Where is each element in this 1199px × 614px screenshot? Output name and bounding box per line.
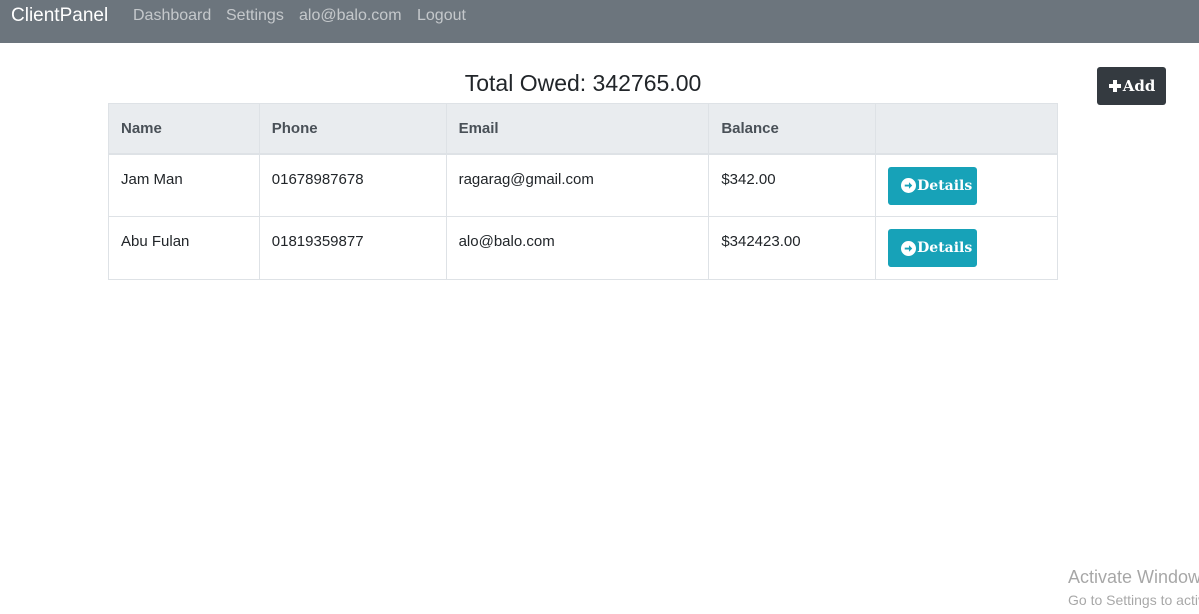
table-header-row: Name Phone Email Balance — [108, 103, 1058, 155]
arrow-circle-right-icon — [901, 240, 917, 256]
cell-name: Abu Fulan — [108, 216, 260, 280]
cell-phone: 01678987678 — [258, 153, 447, 217]
header-phone: Phone — [258, 103, 447, 155]
arrow-circle-right-icon — [901, 178, 917, 193]
header-actions — [875, 103, 1058, 155]
cell-email: alo@balo.com — [445, 216, 710, 280]
add-button-label: Add — [1122, 77, 1156, 95]
nav-link-settings[interactable]: Settings — [226, 6, 284, 26]
nav-link-user-email[interactable]: alo@balo.com — [299, 6, 402, 26]
brand-logo[interactable]: ClientPanel — [11, 5, 108, 27]
table-row: Jam Man 01678987678 ragarag@gmail.com $3… — [108, 153, 1058, 217]
nav-link-logout[interactable]: Logout — [417, 6, 466, 26]
cell-actions: Details — [875, 216, 1058, 280]
details-button-label: Details — [917, 177, 973, 194]
cell-balance: $342.00 — [708, 153, 877, 217]
total-owed-heading: Total Owed: 342765.00 — [464, 70, 702, 96]
plus-icon — [1108, 79, 1122, 93]
header-email: Email — [445, 103, 710, 155]
activate-windows-watermark: Activate Windows — [1068, 567, 1199, 587]
table-row: Abu Fulan 01819359877 alo@balo.com $3424… — [108, 216, 1058, 280]
details-button[interactable]: Details — [888, 166, 978, 205]
cell-balance: $342423.00 — [708, 216, 877, 280]
add-client-button[interactable]: Add — [1097, 67, 1166, 105]
nav-link-dashboard[interactable]: Dashboard — [133, 6, 211, 26]
top-navbar: ClientPanel Dashboard Settings alo@balo.… — [0, 0, 1199, 43]
cell-actions: Details — [875, 153, 1058, 217]
header-name: Name — [108, 103, 260, 155]
clients-table: Name Phone Email Balance Jam Man 0167898… — [108, 103, 1058, 280]
cell-email: ragarag@gmail.com — [445, 153, 710, 217]
header-balance: Balance — [708, 103, 877, 155]
cell-name: Jam Man — [108, 153, 260, 217]
activate-windows-hint: Go to Settings to activate Windows. — [1068, 592, 1199, 608]
details-button-label: Details — [917, 240, 973, 256]
cell-phone: 01819359877 — [258, 216, 447, 280]
details-button[interactable]: Details — [888, 229, 978, 267]
